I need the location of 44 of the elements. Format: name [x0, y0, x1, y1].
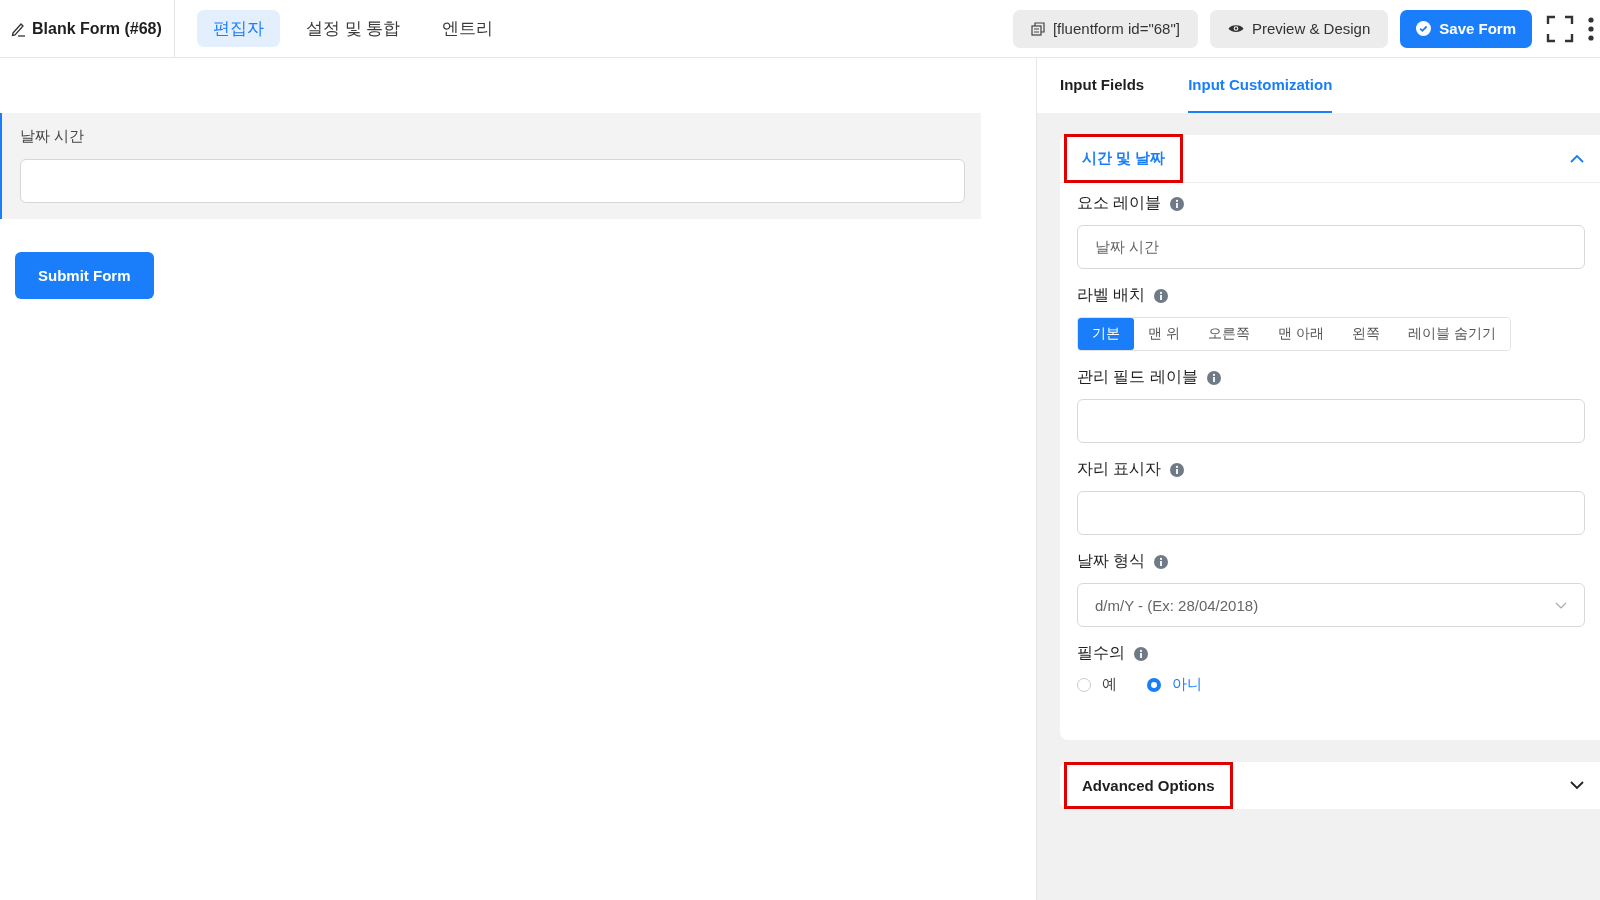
- input-field[interactable]: [1077, 491, 1585, 535]
- shortcode-button[interactable]: [fluentform id="68"]: [1012, 9, 1198, 48]
- setting-label: 관리 필드 레이블: [1077, 367, 1198, 387]
- preview-design-button[interactable]: Preview & Design: [1209, 9, 1389, 48]
- submit-form-button[interactable]: Submit Form: [15, 252, 154, 299]
- info-icon: [1206, 370, 1221, 385]
- info-icon: [1170, 196, 1185, 211]
- panel-tab[interactable]: Input Customization: [1188, 58, 1333, 113]
- eye-icon: [1227, 23, 1244, 34]
- dropdown-field[interactable]: d/m/Y - (Ex: 28/04/2018): [1077, 583, 1585, 627]
- radio-label: 아니: [1172, 675, 1202, 694]
- panel-tab[interactable]: Input Fields: [1060, 58, 1145, 113]
- section-header[interactable]: 시간 및 날짜: [1060, 135, 1600, 183]
- info-icon: [1154, 554, 1169, 569]
- setting-label: 날짜 형식: [1077, 551, 1146, 571]
- info-icon: [1170, 462, 1185, 477]
- setting-label: 요소 레이블: [1077, 193, 1162, 213]
- chevron-up-icon: [1570, 154, 1584, 163]
- setting-label: 라벨 배치: [1077, 285, 1146, 305]
- section-title: Advanced Options: [1067, 765, 1230, 806]
- form-field-card[interactable]: 날짜 시간: [0, 113, 981, 219]
- nav-tab[interactable]: 엔트리: [426, 10, 510, 47]
- radio-button[interactable]: [1147, 677, 1161, 692]
- input-field[interactable]: [1077, 399, 1585, 443]
- copy-icon: [1030, 21, 1045, 36]
- input-field[interactable]: [20, 159, 965, 203]
- setting-label: 필수의: [1077, 643, 1125, 663]
- form-title: Blank Form (#68): [32, 19, 162, 38]
- segment-option[interactable]: 기본: [1078, 318, 1134, 350]
- more-icon[interactable]: [1588, 16, 1594, 41]
- input-field[interactable]: 날짜 시간: [1077, 225, 1585, 269]
- chevron-down-icon: [1555, 601, 1567, 609]
- fullscreen-icon[interactable]: [1546, 14, 1574, 43]
- chevron-down-icon: [1570, 781, 1584, 790]
- setting-label: 자리 표시자: [1077, 459, 1162, 479]
- nav-tab[interactable]: 설정 및 통합: [289, 10, 417, 47]
- save-form-button[interactable]: Save Form: [1400, 9, 1532, 48]
- radio-label: 예: [1102, 675, 1117, 694]
- check-circle-icon: [1416, 21, 1432, 36]
- section-title: 시간 및 날짜: [1067, 137, 1181, 180]
- section-header[interactable]: Advanced Options: [1060, 762, 1600, 809]
- info-icon: [1154, 288, 1169, 303]
- info-icon: [1134, 646, 1148, 661]
- field-label: 날짜 시간: [20, 127, 86, 146]
